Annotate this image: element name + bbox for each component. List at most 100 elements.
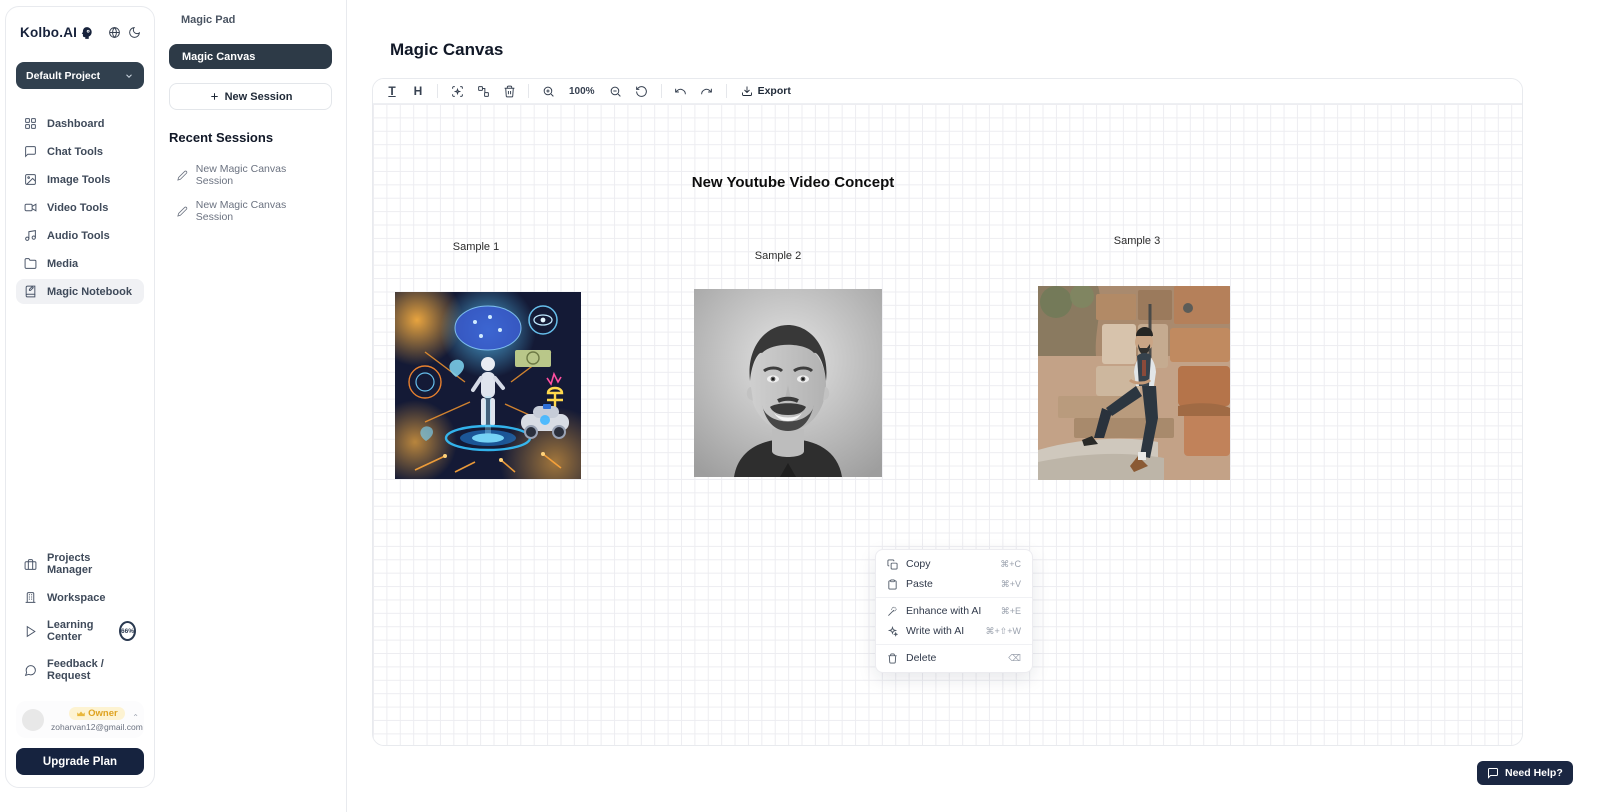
export-button[interactable]: Export (735, 85, 797, 97)
sidebar-item-label: Media (47, 258, 78, 270)
pencil-icon (177, 206, 188, 217)
tab-magic-pad[interactable]: Magic Pad (169, 14, 332, 26)
zoom-out-button[interactable] (605, 81, 627, 101)
sidebar-item-learning-center[interactable]: Learning Center 66% (16, 613, 144, 649)
sidebar-item-label: Dashboard (47, 118, 104, 130)
text-tool-button[interactable]: T (381, 81, 403, 101)
recent-session-item[interactable]: New Magic Canvas Session (169, 157, 332, 193)
context-menu-item-delete[interactable]: Delete ⌫ (876, 648, 1032, 668)
dashboard-icon (24, 117, 37, 130)
board-title[interactable]: New Youtube Video Concept (692, 174, 895, 191)
plus-icon (209, 91, 220, 102)
tab-magic-canvas[interactable]: Magic Canvas (169, 44, 332, 69)
owner-badge-label: Owner (88, 708, 118, 719)
context-menu-item-paste[interactable]: Paste ⌘+V (876, 574, 1032, 594)
page-title: Magic Canvas (390, 40, 503, 60)
context-menu-shortcut: ⌘+⇧+W (985, 626, 1021, 637)
avatar (22, 709, 44, 731)
folder-icon (24, 257, 37, 270)
sidebar-item-label: Video Tools (47, 202, 108, 214)
connector-tool-button[interactable] (472, 81, 494, 101)
sidebar-item-media[interactable]: Media (16, 251, 144, 276)
recent-session-label: New Magic Canvas Session (196, 163, 324, 187)
sidebar-item-chat-tools[interactable]: Chat Tools (16, 139, 144, 164)
sidebar-item-label: Audio Tools (47, 230, 110, 242)
sidebar-item-feedback[interactable]: Feedback / Request (16, 652, 144, 688)
toolbar-divider (528, 84, 529, 98)
new-session-button[interactable]: New Session (169, 83, 332, 110)
sample-image-ruins[interactable] (1038, 286, 1230, 480)
recent-session-label: New Magic Canvas Session (196, 199, 324, 223)
context-menu-label: Enhance with AI (906, 605, 993, 617)
zoom-in-button[interactable] (537, 81, 559, 101)
clipboard-icon (887, 579, 898, 590)
brand-logo[interactable]: Kolbo.AI (20, 25, 94, 40)
context-menu-shortcut: ⌘+V (1001, 579, 1021, 590)
sidebar-item-label: Feedback / Request (47, 658, 136, 682)
sample-1-label[interactable]: Sample 1 (453, 241, 499, 253)
context-menu-item-copy[interactable]: Copy ⌘+C (876, 554, 1032, 574)
sidebar-item-workspace[interactable]: Workspace (16, 585, 144, 610)
context-menu-shortcut: ⌘+C (1000, 559, 1021, 570)
sample-2-label[interactable]: Sample 2 (755, 250, 801, 262)
sidebar-item-label: Learning Center (47, 619, 109, 643)
user-email: zoharvan12@gmail.com (51, 722, 143, 732)
recent-session-item[interactable]: New Magic Canvas Session (169, 193, 332, 229)
learning-progress-badge: 66% (119, 621, 136, 641)
chat-bubble-icon (24, 145, 37, 158)
context-menu-shortcut: ⌫ (1008, 653, 1021, 664)
toolbar-divider (726, 84, 727, 98)
chevron-expand-icon: ⌃ (132, 713, 139, 722)
canvas-board[interactable]: New Youtube Video Concept Sample 1 Sampl… (373, 104, 1522, 746)
sample-3-label[interactable]: Sample 3 (1114, 235, 1160, 247)
dark-mode-moon-icon[interactable] (128, 26, 141, 39)
need-help-label: Need Help? (1505, 767, 1563, 779)
user-account-card[interactable]: Owner zoharvan12@gmail.com ⌃ (16, 701, 144, 738)
language-globe-icon[interactable] (108, 26, 121, 39)
sample-image-portrait[interactable] (694, 289, 882, 477)
context-menu-label: Paste (906, 578, 993, 590)
trash-icon (887, 653, 898, 664)
primary-sidebar: Kolbo.AI Default Project Dashboard Chat … (5, 6, 155, 788)
play-icon (24, 625, 37, 638)
context-menu-label: Copy (906, 558, 992, 570)
context-menu-divider (876, 597, 1032, 598)
help-chat-icon (1487, 767, 1499, 779)
delete-tool-button[interactable] (498, 81, 520, 101)
sidebar-item-video-tools[interactable]: Video Tools (16, 195, 144, 220)
export-label: Export (758, 85, 791, 97)
reset-view-button[interactable] (631, 81, 653, 101)
sidebar-item-label: Image Tools (47, 174, 110, 186)
redo-button[interactable] (696, 81, 718, 101)
sidebar-item-audio-tools[interactable]: Audio Tools (16, 223, 144, 248)
briefcase-icon (24, 558, 37, 571)
project-selector[interactable]: Default Project (16, 62, 144, 89)
building-icon (24, 591, 37, 604)
project-selector-label: Default Project (26, 70, 100, 82)
upgrade-plan-button[interactable]: Upgrade Plan (16, 748, 144, 775)
sample-image-ai-collage[interactable] (395, 292, 581, 479)
context-menu-item-enhance-with-ai[interactable]: Enhance with AI ⌘+E (876, 601, 1032, 621)
context-menu-item-write-with-ai[interactable]: Write with AI ⌘+⇧+W (876, 621, 1032, 641)
undo-button[interactable] (670, 81, 692, 101)
sessions-panel: Magic Pad Magic Canvas New Session Recen… (155, 0, 347, 812)
canvas-card: T H 100% Export New Youtube Video Concep… (372, 78, 1523, 746)
ai-select-tool-button[interactable] (446, 81, 468, 101)
chevron-down-icon (124, 71, 134, 81)
sparkles-icon (887, 626, 898, 637)
new-session-label: New Session (225, 91, 293, 103)
context-menu-divider (876, 644, 1032, 645)
recent-sessions-heading: Recent Sessions (169, 130, 332, 145)
heading-tool-button[interactable]: H (407, 81, 429, 101)
magic-wand-icon (887, 606, 898, 617)
sidebar-item-image-tools[interactable]: Image Tools (16, 167, 144, 192)
download-icon (741, 85, 753, 97)
sidebar-item-dashboard[interactable]: Dashboard (16, 111, 144, 136)
need-help-button[interactable]: Need Help? (1477, 761, 1573, 785)
sidebar-item-label: Workspace (47, 592, 106, 604)
sidebar-item-projects-manager[interactable]: Projects Manager (16, 546, 144, 582)
brand-text: Kolbo.AI (20, 25, 77, 40)
zoom-level: 100% (563, 86, 601, 97)
sidebar-item-magic-notebook[interactable]: Magic Notebook (16, 279, 144, 304)
notebook-pen-icon (24, 285, 37, 298)
